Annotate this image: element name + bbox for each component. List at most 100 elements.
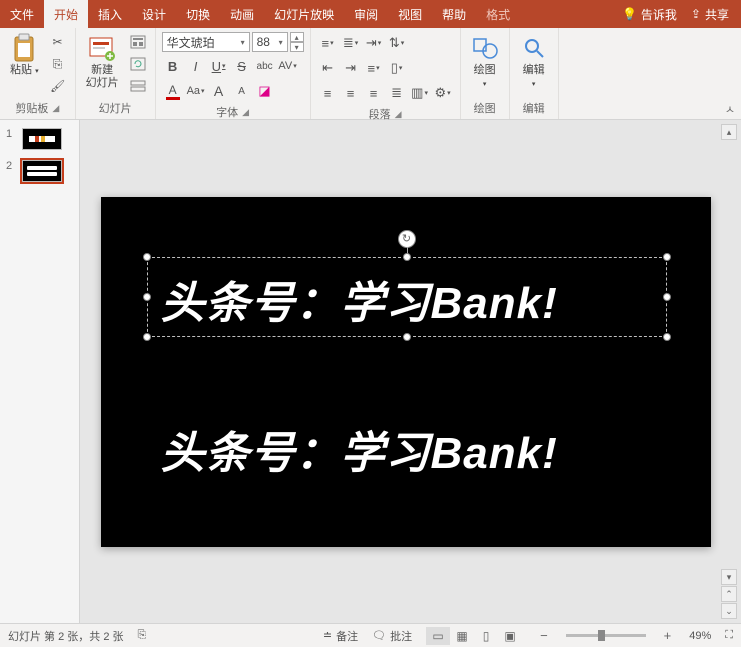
handle-br[interactable]	[663, 333, 671, 341]
copy-button[interactable]: ⎘	[47, 54, 69, 74]
notes-button[interactable]: ≐备注	[323, 628, 358, 644]
group-slides: 新建 幻灯片 幻灯片	[76, 28, 156, 119]
columns-button[interactable]: ▥▾	[409, 82, 431, 104]
tab-transition[interactable]: 切换	[176, 0, 220, 28]
canvas-area[interactable]: ▴ ↻ 头条号：学习Bank! 头条号：学习Bank! ▾ ⌃ ⌄	[80, 120, 741, 623]
slide-text-2[interactable]: 头条号：学习Bank!	[161, 417, 558, 481]
font-color-button[interactable]: A	[162, 80, 184, 102]
share-button[interactable]: ⇪ 共享	[691, 6, 729, 23]
align-left-button[interactable]: ≡	[317, 82, 339, 104]
change-case-button[interactable]: Aa▾	[185, 80, 207, 102]
paragraph-launcher[interactable]: ◢	[395, 109, 402, 120]
section-button[interactable]	[127, 76, 149, 96]
fit-window-button[interactable]: ⛶	[725, 629, 733, 642]
tab-insert[interactable]: 插入	[88, 0, 132, 28]
grow-font-button[interactable]: A	[208, 80, 230, 102]
numbering-button[interactable]: ≣▾	[340, 32, 362, 54]
font-name-combo[interactable]: 华文琥珀▾	[162, 32, 250, 52]
tab-format[interactable]: 格式	[476, 0, 520, 28]
decrease-indent-button[interactable]: ⇤	[317, 57, 339, 79]
increase-indent-button[interactable]: ⇥	[340, 57, 362, 79]
paste-button[interactable]: 粘贴 ▾	[6, 32, 43, 79]
prev-slide-button[interactable]: ⌃	[721, 586, 737, 602]
scroll-up-button[interactable]: ▴	[721, 124, 737, 140]
shrink-font-button[interactable]: A	[231, 80, 253, 102]
format-painter-button[interactable]: 🖌	[47, 76, 69, 96]
smartart-button[interactable]: ⚙▾	[432, 82, 454, 104]
workspace: 1 2 ▴ ↻ 头条号：学习Bank! 头条号：学习Bank!	[0, 120, 741, 623]
normal-view-button[interactable]: ▭	[426, 627, 450, 645]
tab-file[interactable]: 文件	[0, 0, 44, 28]
new-slide-icon	[88, 34, 116, 62]
align-center-button[interactable]: ≡	[340, 82, 362, 104]
handle-mr[interactable]	[663, 293, 671, 301]
zoom-out-button[interactable]: −	[536, 628, 552, 643]
line-spacing-button[interactable]: ≡▾	[363, 57, 385, 79]
bullets-button[interactable]: ≡▾	[317, 32, 339, 54]
thumb-preview-2	[22, 160, 62, 182]
tab-review[interactable]: 审阅	[344, 0, 388, 28]
scroll-down-button[interactable]: ▾	[721, 569, 737, 585]
zoom-in-button[interactable]: +	[660, 628, 676, 643]
font-launcher[interactable]: ◢	[242, 107, 249, 118]
tell-me-label: 告诉我	[641, 6, 677, 23]
tell-me[interactable]: 💡 告诉我	[622, 6, 677, 23]
layout-button[interactable]	[127, 32, 149, 52]
justify-button[interactable]: ≣	[386, 82, 408, 104]
tab-view[interactable]: 视图	[388, 0, 432, 28]
handle-tl[interactable]	[143, 253, 151, 261]
tab-animation[interactable]: 动画	[220, 0, 264, 28]
italic-button[interactable]: I	[185, 55, 207, 77]
drawing-button[interactable]: 绘图▾	[467, 32, 503, 92]
comments-button[interactable]: 🗨批注	[372, 628, 412, 644]
tab-design[interactable]: 设计	[132, 0, 176, 28]
slide-canvas[interactable]: ↻ 头条号：学习Bank! 头条号：学习Bank!	[101, 197, 711, 547]
group-font: 华文琥珀▾ 88▾ ▴▾ B I U▾ S abc AV▾ A Aa▾ A A …	[156, 28, 311, 119]
zoom-value[interactable]: 49%	[689, 630, 711, 642]
handle-tm[interactable]	[403, 253, 411, 261]
handle-ml[interactable]	[143, 293, 151, 301]
strike-button[interactable]: S	[231, 55, 253, 77]
font-size-up[interactable]: ▴	[290, 32, 304, 42]
sorter-view-button[interactable]: ▦	[450, 627, 474, 645]
tab-slideshow[interactable]: 幻灯片放映	[264, 0, 344, 28]
slideshow-view-button[interactable]: ▣	[498, 627, 522, 645]
char-spacing-button[interactable]: AV▾	[277, 55, 299, 77]
zoom-slider[interactable]	[566, 634, 646, 637]
ribbon: 粘贴 ▾ ✂ ⎘ 🖌 剪贴板◢ 新建 幻灯片 幻灯片	[0, 28, 741, 120]
tab-home[interactable]: 开始	[44, 0, 88, 28]
cut-button[interactable]: ✂	[47, 32, 69, 52]
font-size-combo[interactable]: 88▾	[252, 32, 288, 52]
thumbnail-1[interactable]: 1	[6, 128, 73, 150]
handle-bl[interactable]	[143, 333, 151, 341]
reset-button[interactable]	[127, 54, 149, 74]
spellcheck-icon[interactable]: ⎘	[138, 629, 147, 642]
next-slide-button[interactable]: ⌄	[721, 603, 737, 619]
indent-in-icon: ⇥	[345, 60, 356, 76]
group-paragraph: ≡▾ ≣▾ ⇥▾ ⇅▾ ⇤ ⇥ ≡▾ ▯▾ ≡ ≡ ≡ ≣ ▥▾ ⚙▾ 段落◢	[311, 28, 461, 119]
new-slide-button[interactable]: 新建 幻灯片	[82, 32, 123, 92]
zoom-knob[interactable]	[598, 630, 605, 641]
clear-format-button[interactable]: ◪	[254, 80, 276, 102]
font-size-down[interactable]: ▾	[290, 42, 304, 52]
tab-help[interactable]: 帮助	[432, 0, 476, 28]
collapse-ribbon[interactable]: ㅅ	[725, 101, 735, 117]
thumbnail-2[interactable]: 2	[6, 160, 73, 182]
clipboard-launcher[interactable]: ◢	[52, 103, 59, 114]
align-right-button[interactable]: ≡	[363, 82, 385, 104]
text-direction-button[interactable]: ⇅▾	[386, 32, 408, 54]
handle-bm[interactable]	[403, 333, 411, 341]
bold-button[interactable]: B	[162, 55, 184, 77]
shadow-button[interactable]: abc	[254, 55, 276, 77]
reading-view-button[interactable]: ▯	[474, 627, 498, 645]
editing-button[interactable]: 编辑▾	[516, 32, 552, 92]
list-level-button[interactable]: ⇥▾	[363, 32, 385, 54]
slide-text-1[interactable]: 头条号：学习Bank!	[161, 267, 558, 331]
underline-button[interactable]: U▾	[208, 55, 230, 77]
handle-tr[interactable]	[663, 253, 671, 261]
drawing-group-label: 绘图	[474, 100, 496, 116]
align-text-button[interactable]: ▯▾	[386, 57, 408, 79]
rotate-handle[interactable]: ↻	[398, 230, 416, 248]
indent-icon: ⇥	[366, 35, 377, 51]
columns-icon: ▥	[411, 85, 423, 101]
